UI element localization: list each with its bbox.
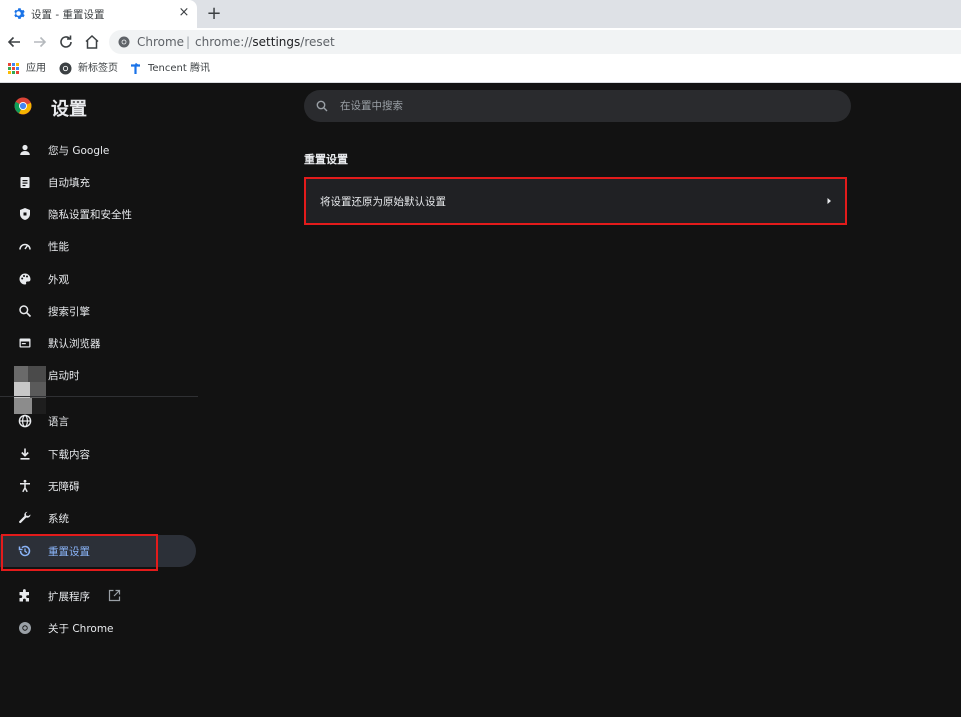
chrome-icon [118, 36, 130, 48]
sidebar-item-label: 关于 Chrome [48, 623, 114, 635]
forward-arrow-icon[interactable] [31, 33, 49, 51]
sidebar-item-label: 隐私设置和安全性 [48, 209, 132, 221]
bookmark-label: 应用 [26, 63, 46, 74]
browser-icon [19, 338, 31, 348]
sidebar-item-label: 语言 [48, 416, 69, 428]
sidebar-item-languages[interactable]: 语言 [0, 405, 196, 437]
sidebar-divider [0, 396, 198, 397]
address-bar[interactable]: Chrome | chrome://settings/reset [109, 30, 961, 54]
apps-grid-icon [8, 63, 19, 74]
external-link-icon [108, 589, 121, 602]
sidebar-item-label: 性能 [48, 241, 69, 253]
chrome-newtab-icon [59, 62, 72, 75]
sidebar-item-label: 下载内容 [48, 449, 90, 461]
settings-page: 设置 您与 Google 自动填充 隐私设置和安全性 性能 外观 搜索引擎 默认… [0, 83, 961, 717]
sidebar-item-label: 扩展程序 [48, 591, 90, 603]
tab-title: 设置 - 重置设置 [31, 9, 105, 21]
settings-search-box[interactable] [304, 90, 851, 122]
sidebar-item-label: 自动填充 [48, 177, 90, 189]
search-input[interactable] [340, 90, 840, 122]
url-scheme: chrome:// [195, 35, 253, 49]
sidebar-item-label: 搜索引擎 [48, 306, 90, 318]
sidebar-item-downloads[interactable]: 下载内容 [0, 438, 196, 470]
home-icon[interactable] [83, 33, 101, 51]
browser-toolbar: Chrome | chrome://settings/reset [0, 28, 961, 56]
palette-icon [19, 273, 31, 285]
restore-defaults-label: 将设置还原为原始默认设置 [320, 196, 446, 208]
download-icon [20, 448, 30, 460]
sidebar-item-label: 您与 Google [48, 145, 110, 157]
section-title: 重置设置 [304, 153, 348, 166]
page-title: 设置 [51, 99, 87, 120]
site-chip-label: Chrome [137, 35, 185, 49]
url-text: chrome://settings/reset [195, 35, 335, 49]
accessibility-icon [20, 479, 30, 493]
sidebar-item-label: 默认浏览器 [48, 338, 101, 350]
search-icon [316, 100, 328, 112]
new-tab-button[interactable]: + [204, 4, 224, 24]
highlight-box [1, 534, 158, 571]
chrome-logo-icon [14, 97, 32, 115]
sidebar-item-you-and-google[interactable]: 您与 Google [0, 134, 196, 166]
shield-icon [20, 208, 30, 220]
person-icon [20, 144, 30, 155]
puzzle-icon [19, 589, 29, 602]
back-arrow-icon[interactable] [5, 33, 23, 51]
sidebar-item-label: 系统 [48, 513, 69, 525]
sidebar-item-default-browser[interactable]: 默认浏览器 [0, 327, 196, 359]
sidebar-item-performance[interactable]: 性能 [0, 230, 196, 262]
url-path: /reset [300, 35, 335, 49]
tab-strip: 设置 - 重置设置 × + [0, 0, 961, 28]
sidebar-item-extensions[interactable]: 扩展程序 [0, 580, 196, 612]
bookmark-label: Tencent 腾讯 [148, 63, 210, 74]
sidebar-item-accessibility[interactable]: 无障碍 [0, 470, 196, 502]
sidebar-item-appearance[interactable]: 外观 [0, 263, 196, 295]
sidebar-item-search-engine[interactable]: 搜索引擎 [0, 295, 196, 327]
bookmarks-bar: 应用 新标签页 Tencent 腾讯 [0, 56, 961, 83]
sidebar-item-label: 外观 [48, 274, 69, 286]
url-host: settings [252, 35, 301, 49]
tab-settings[interactable]: 设置 - 重置设置 × [0, 0, 197, 28]
bookmark-label: 新标签页 [78, 63, 118, 74]
sidebar-item-about-chrome[interactable]: 关于 Chrome [0, 612, 196, 644]
restore-defaults-row[interactable]: 将设置还原为原始默认设置 [304, 177, 847, 225]
gear-icon [14, 8, 25, 19]
wrench-icon [19, 511, 31, 524]
globe-icon [18, 414, 32, 428]
sidebar-item-label: 启动时 [48, 370, 80, 382]
tencent-icon [131, 62, 140, 74]
speedometer-icon [19, 243, 31, 250]
sidebar-item-system[interactable]: 系统 [0, 502, 196, 534]
sidebar-item-label: 无障碍 [48, 481, 80, 493]
search-icon [19, 305, 32, 318]
sidebar-item-autofill[interactable]: 自动填充 [0, 166, 196, 198]
arrow-right-icon [827, 198, 831, 204]
reload-icon[interactable] [57, 33, 75, 51]
sidebar-item-privacy[interactable]: 隐私设置和安全性 [0, 198, 196, 230]
clipboard-icon [20, 177, 30, 188]
tab-close-button[interactable]: × [177, 6, 191, 20]
chrome-icon [19, 622, 31, 634]
omnibox-separator: | [186, 35, 191, 49]
